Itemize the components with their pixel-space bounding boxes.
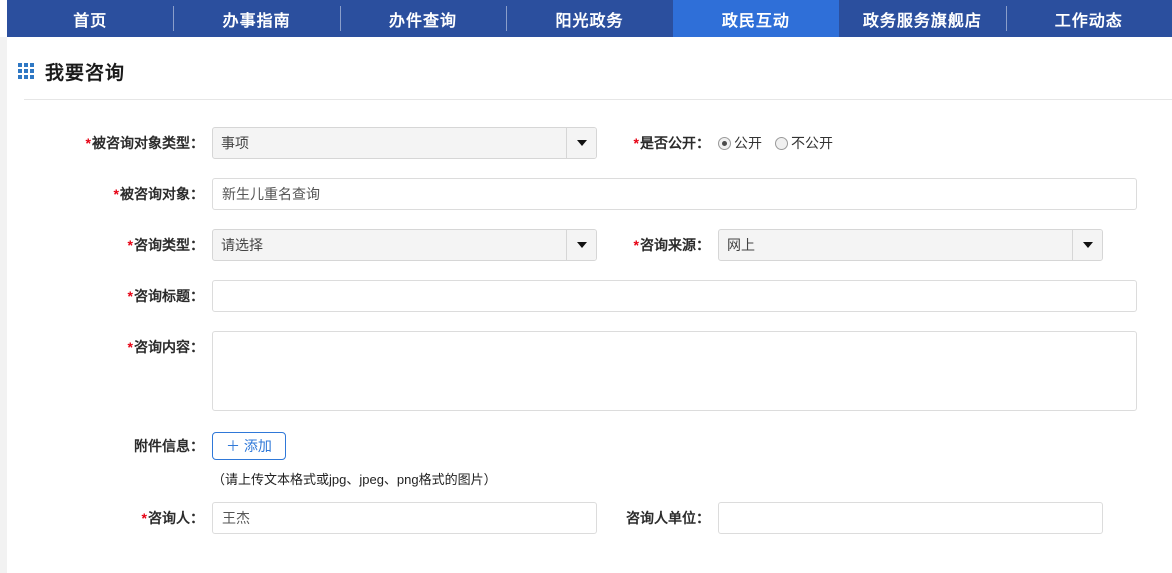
add-attachment-button[interactable]: ＋ 添加 [212, 432, 286, 460]
attachment-hint: （请上传文本格式或jpg、jpeg、png格式的图片） [212, 469, 497, 488]
input-consultant-org[interactable] [718, 502, 1103, 534]
nav-tab-home[interactable]: 首页 [7, 0, 173, 37]
label-consultant: *咨询人： [7, 502, 212, 534]
label-consult-content: *咨询内容： [7, 331, 212, 363]
required-asterisk: * [142, 510, 147, 526]
nav-tab-label: 政务服务旗舰店 [863, 7, 982, 31]
main-navigation: 首页 办事指南 办件查询 阳光政务 政民互动 政务服务旗舰店 工作动态 [0, 0, 1172, 37]
required-asterisk: * [128, 288, 133, 304]
radio-public-indicator[interactable] [718, 137, 731, 150]
select-consult-source[interactable]: 网上 [718, 229, 1103, 261]
nav-tab-label: 工作动态 [1055, 7, 1123, 31]
form-row-object-type: *被咨询对象类型： 事项 *是否公开： 公开 [7, 127, 1172, 159]
required-asterisk: * [86, 135, 91, 151]
attachment-block: ＋ 添加 （请上传文本格式或jpg、jpeg、png格式的图片） [212, 430, 497, 488]
nav-tab-service-flagship-store[interactable]: 政务服务旗舰店 [839, 0, 1005, 37]
nav-tab-guide[interactable]: 办事指南 [173, 0, 339, 37]
nav-tab-work-news[interactable]: 工作动态 [1006, 0, 1172, 37]
select-object-type[interactable]: 事项 [212, 127, 597, 159]
select-object-type-value: 事项 [213, 128, 566, 158]
required-asterisk: * [128, 237, 133, 253]
input-consultant[interactable] [212, 502, 597, 534]
nav-tab-label: 首页 [73, 7, 107, 31]
required-asterisk: * [128, 339, 133, 355]
grid-dots-icon [18, 63, 35, 80]
nav-tab-citizen-interaction[interactable]: 政民互动 [673, 0, 839, 37]
select-consult-type-value: 请选择 [213, 230, 566, 260]
page-content: 我要咨询 *被咨询对象类型： 事项 *是否公开： [0, 37, 1172, 573]
input-consult-title[interactable] [212, 280, 1137, 312]
page-title: 我要咨询 [45, 58, 125, 85]
required-asterisk: * [114, 186, 119, 202]
radio-group-is-public: 公开 不公开 [718, 127, 833, 159]
radio-public[interactable]: 公开 [718, 127, 762, 159]
label-consult-title: *咨询标题： [7, 280, 212, 312]
form-row-object: *被咨询对象： [7, 178, 1172, 210]
radio-not-public-label: 不公开 [791, 127, 833, 159]
label-consult-source: *咨询来源： [603, 229, 718, 261]
chevron-down-icon[interactable] [566, 128, 596, 158]
form-row-consult-content: *咨询内容： [7, 331, 1172, 411]
chevron-down-icon[interactable] [566, 230, 596, 260]
radio-not-public[interactable]: 不公开 [775, 127, 833, 159]
chevron-down-icon[interactable] [1072, 230, 1102, 260]
label-is-public: *是否公开： [603, 127, 718, 159]
form-row-consult-title: *咨询标题： [7, 280, 1172, 312]
label-object-type: *被咨询对象类型： [7, 127, 212, 159]
nav-tab-label: 办事指南 [223, 7, 291, 31]
nav-tab-label: 办件查询 [389, 7, 457, 31]
label-object: *被咨询对象： [7, 178, 212, 210]
label-consultant-org: 咨询人单位： [603, 502, 718, 534]
nav-tab-label: 阳光政务 [555, 7, 623, 31]
radio-not-public-indicator[interactable] [775, 137, 788, 150]
nav-tab-sunshine-affairs[interactable]: 阳光政务 [506, 0, 672, 37]
consultation-form: *被咨询对象类型： 事项 *是否公开： 公开 [7, 100, 1172, 534]
page-header: 我要咨询 [7, 37, 1172, 89]
select-consult-type[interactable]: 请选择 [212, 229, 597, 261]
select-consult-source-value: 网上 [719, 230, 1072, 260]
label-consult-type: *咨询类型： [7, 229, 212, 261]
nav-tab-label: 政民互动 [722, 7, 790, 31]
textarea-consult-content[interactable] [212, 331, 1137, 411]
required-asterisk: * [634, 135, 639, 151]
form-row-attachment: 附件信息： ＋ 添加 （请上传文本格式或jpg、jpeg、png格式的图片） [7, 430, 1172, 488]
label-attachment: 附件信息： [7, 430, 212, 462]
form-row-consult-type: *咨询类型： 请选择 *咨询来源： 网上 [7, 229, 1172, 261]
radio-public-label: 公开 [734, 127, 762, 159]
form-row-consultant: *咨询人： 咨询人单位： [7, 502, 1172, 534]
required-asterisk: * [634, 237, 639, 253]
input-object[interactable] [212, 178, 1137, 210]
nav-tab-case-query[interactable]: 办件查询 [340, 0, 506, 37]
